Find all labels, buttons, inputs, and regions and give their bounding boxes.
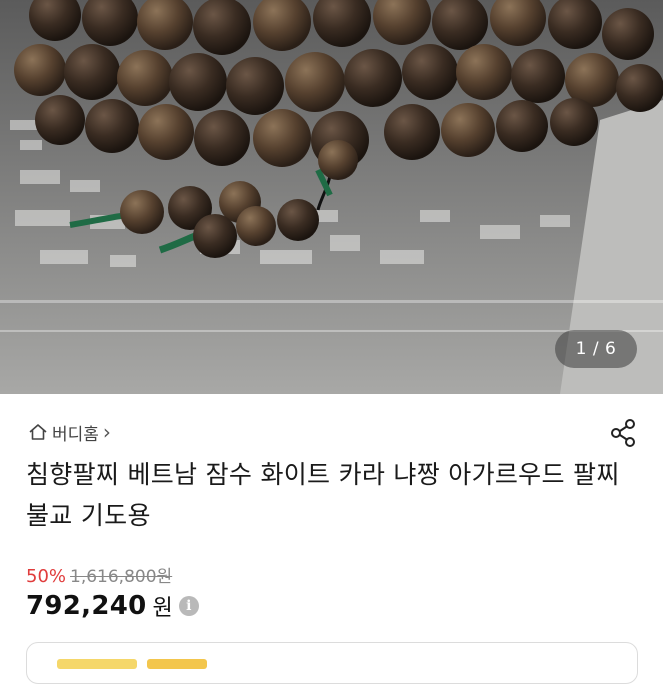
price-row: 792,240 원 i (26, 588, 199, 624)
product-image-carousel[interactable]: 1 / 6 (0, 0, 663, 394)
sale-price: 792,240 (26, 591, 147, 621)
promo-badge-graphic-2 (147, 659, 207, 669)
share-icon[interactable] (606, 416, 640, 450)
info-icon[interactable]: i (178, 596, 199, 616)
image-counter: 1 / 6 (555, 330, 637, 368)
home-icon (28, 422, 48, 442)
promo-card[interactable] (26, 642, 638, 684)
store-link[interactable]: 버디홈 › (28, 420, 111, 445)
product-info-section: 버디홈 › 침향팔찌 베트남 잠수 화이트 카라 냐짱 아가르우드 팔찌 불교 … (0, 394, 663, 684)
promo-badge-graphic (57, 659, 137, 669)
product-title: 침향팔찌 베트남 잠수 화이트 카라 냐짱 아가르우드 팔찌 불교 기도용 (26, 460, 620, 530)
chevron-right-icon: › (102, 420, 111, 444)
discount-rate: 50% (26, 566, 67, 587)
store-name: 버디홈 (52, 424, 99, 445)
currency-label: 원 (152, 596, 173, 621)
original-price: 1,616,800원 (70, 567, 173, 587)
discount-row: 50% 1,616,800원 (26, 562, 172, 588)
